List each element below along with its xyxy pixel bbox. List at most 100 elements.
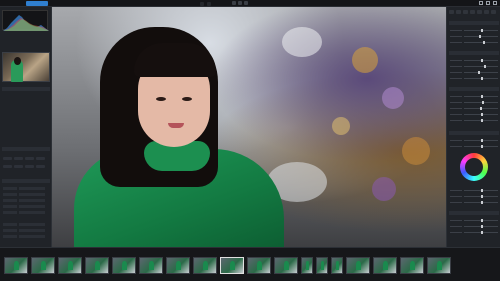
color-wheel-icon[interactable] xyxy=(460,153,488,181)
adjust-slider[interactable] xyxy=(450,145,498,148)
main-image-viewer[interactable] xyxy=(52,7,446,247)
preset-button[interactable] xyxy=(3,157,12,160)
adjust-slider[interactable] xyxy=(450,231,498,234)
info-row xyxy=(3,118,49,121)
adjust-section-header[interactable] xyxy=(449,21,499,25)
adjust-slider[interactable] xyxy=(450,77,498,80)
histogram-icon xyxy=(3,15,49,31)
tool-icon[interactable] xyxy=(449,10,454,14)
filmstrip-thumbnail[interactable] xyxy=(400,257,424,274)
adjust-slider[interactable] xyxy=(450,201,498,204)
filmstrip-thumbnail[interactable] xyxy=(316,257,328,274)
close-icon[interactable] xyxy=(493,1,497,5)
preset-buttons xyxy=(3,165,45,168)
minimize-icon[interactable] xyxy=(479,1,483,5)
meta-field[interactable] xyxy=(3,211,48,214)
filmstrip-thumbnail[interactable] xyxy=(274,257,298,274)
filmstrip-thumbnail[interactable] xyxy=(112,257,136,274)
adjust-slider[interactable] xyxy=(450,59,498,62)
filmstrip-thumbnail[interactable] xyxy=(427,257,451,274)
tool-icon[interactable] xyxy=(456,10,461,14)
filmstrip-thumbnail[interactable] xyxy=(373,257,397,274)
preset-button[interactable] xyxy=(25,157,34,160)
histogram xyxy=(2,10,49,31)
preset-button[interactable] xyxy=(36,157,45,160)
filmstrip-thumbnail-selected[interactable] xyxy=(220,257,244,274)
filmstrip-thumbnail[interactable] xyxy=(193,257,217,274)
toolbar-icon-2[interactable] xyxy=(238,1,242,5)
adjust-section-header[interactable] xyxy=(449,51,499,55)
bokeh-highlight xyxy=(372,177,396,201)
filmstrip-thumbnail[interactable] xyxy=(247,257,271,274)
tool-icon[interactable] xyxy=(463,10,468,14)
adjust-section-header[interactable] xyxy=(449,87,499,91)
preset-button[interactable] xyxy=(36,165,45,168)
adjust-slider[interactable] xyxy=(450,95,498,98)
section-header-3[interactable] xyxy=(2,179,50,183)
filmstrip-thumbnail[interactable] xyxy=(166,257,190,274)
adjust-slider[interactable] xyxy=(450,107,498,110)
meta-field[interactable] xyxy=(3,193,48,196)
adjust-slider[interactable] xyxy=(450,119,498,122)
meta-field[interactable] xyxy=(3,187,48,190)
info-row xyxy=(3,133,49,136)
preset-button[interactable] xyxy=(14,165,23,168)
filmstrip-thumbnail[interactable] xyxy=(31,257,55,274)
adjust-slider[interactable] xyxy=(450,71,498,74)
filmstrip-thumbnail[interactable] xyxy=(139,257,163,274)
meta-field[interactable] xyxy=(3,205,48,208)
color-section-header[interactable] xyxy=(449,131,499,135)
filmstrip-thumbnail[interactable] xyxy=(58,257,82,274)
meta-field[interactable] xyxy=(3,199,48,202)
adjust-slider[interactable] xyxy=(450,219,498,222)
adjust-slider[interactable] xyxy=(450,35,498,38)
filmstrip-thumbnail[interactable] xyxy=(346,257,370,274)
adjust-slider[interactable] xyxy=(450,29,498,32)
preset-button[interactable] xyxy=(25,165,34,168)
meta-field[interactable] xyxy=(3,223,48,226)
adjustment-toolbar xyxy=(449,10,499,14)
filmstrip-header xyxy=(0,248,500,254)
meta-field[interactable] xyxy=(3,235,48,238)
bokeh-highlight xyxy=(382,87,404,109)
adjust-section-header[interactable] xyxy=(449,211,499,215)
tool-icon[interactable] xyxy=(491,10,496,14)
filmstrip-row xyxy=(4,257,451,274)
adjust-slider[interactable] xyxy=(450,41,498,44)
adjust-slider[interactable] xyxy=(450,195,498,198)
right-panel xyxy=(446,7,500,247)
top-center-item-1[interactable] xyxy=(200,1,204,6)
section-header-1[interactable] xyxy=(2,87,50,91)
tool-icon[interactable] xyxy=(477,10,482,14)
preset-button[interactable] xyxy=(14,157,23,160)
navigator-preview[interactable] xyxy=(2,52,50,82)
maximize-icon[interactable] xyxy=(486,1,490,5)
left-panel xyxy=(0,7,52,247)
bokeh-highlight xyxy=(352,47,378,73)
subject-bangs xyxy=(134,43,216,77)
subject-eye xyxy=(182,97,192,101)
tool-icon[interactable] xyxy=(484,10,489,14)
title-bar xyxy=(0,0,500,7)
preset-button[interactable] xyxy=(3,165,12,168)
info-row xyxy=(3,108,49,111)
filmstrip-thumbnail[interactable] xyxy=(331,257,343,274)
adjust-slider[interactable] xyxy=(450,65,498,68)
adjust-slider[interactable] xyxy=(450,101,498,104)
toolbar-icon-3[interactable] xyxy=(244,1,248,5)
filmstrip-thumbnail[interactable] xyxy=(4,257,28,274)
tab-active[interactable] xyxy=(26,1,48,6)
tool-icon[interactable] xyxy=(470,10,475,14)
filmstrip-thumbnail[interactable] xyxy=(301,257,313,274)
toolbar-icon-1[interactable] xyxy=(232,1,236,5)
meta-field[interactable] xyxy=(3,229,48,232)
adjust-slider[interactable] xyxy=(450,225,498,228)
adjust-slider[interactable] xyxy=(450,139,498,142)
adjust-slider[interactable] xyxy=(450,189,498,192)
top-center-item-2[interactable] xyxy=(207,1,211,6)
info-row xyxy=(3,113,49,116)
adjust-slider[interactable] xyxy=(450,113,498,116)
section-header-2[interactable] xyxy=(2,147,50,151)
filmstrip xyxy=(0,247,500,281)
filmstrip-thumbnail[interactable] xyxy=(85,257,109,274)
